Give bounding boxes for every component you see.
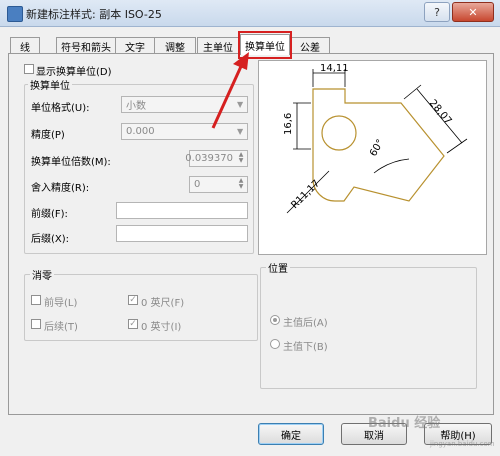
feet-checkbox[interactable]: ✓ <box>128 295 138 305</box>
app-icon <box>7 6 23 22</box>
multiplier-stepper[interactable]: 0.039370 ▲ ▼ <box>185 150 248 167</box>
inches-label: 0 英寸(I) <box>141 322 182 333</box>
dim-radius-text: R11,17 <box>289 178 322 211</box>
tab-tolerances[interactable]: 公差 <box>290 37 330 54</box>
unit-format-label: 单位格式(U): <box>31 103 90 114</box>
prefix-input[interactable] <box>116 202 248 219</box>
display-alt-units-label: 显示换算单位(D) <box>36 67 112 78</box>
dim-top-text: 14,11 <box>320 63 349 74</box>
below-primary-label: 主值下(B) <box>283 342 328 353</box>
roundoff-label: 舍入精度(R): <box>31 183 90 194</box>
dimension-preview-drawing: 14,11 16,6 28,07 60° R11,17 <box>283 63 468 214</box>
leading-label: 前导(L) <box>44 298 78 309</box>
inches-checkbox[interactable]: ✓ <box>128 319 138 329</box>
window-title: 新建标注样式: 副本 ISO-25 <box>26 8 162 21</box>
tab-symbols-arrows[interactable]: 符号和箭头 <box>56 37 116 54</box>
tab-lines[interactable]: 线 <box>10 37 40 54</box>
check-icon: ✓ <box>129 319 137 329</box>
preview-pane: 14,11 16,6 28,07 60° R11,17 <box>258 60 487 255</box>
precision-label: 精度(P) <box>31 130 65 141</box>
tab-text[interactable]: 文字 <box>115 37 155 54</box>
zero-suppression-title: 消零 <box>30 267 54 282</box>
precision-value: 0.000 <box>126 126 155 137</box>
spin-arrows-icon[interactable]: ▲ ▼ <box>236 152 246 164</box>
feet-label: 0 英尺(F) <box>141 298 185 309</box>
multiplier-label: 换算单位倍数(M): <box>31 157 111 168</box>
below-primary-radio[interactable] <box>270 339 280 349</box>
spin-arrows-icon[interactable]: ▲ ▼ <box>236 178 246 190</box>
annotation-arrow-icon <box>211 52 249 129</box>
dim-right-text: 28,07 <box>427 98 454 127</box>
prefix-label: 前缀(F): <box>31 209 68 220</box>
display-alt-units-checkbox[interactable] <box>24 64 34 74</box>
ok-button[interactable]: 确定 <box>258 423 324 445</box>
watermark-url: jingyan.baidu.com <box>430 440 495 448</box>
watermark-logo: Baidu 经验 <box>368 416 441 431</box>
suffix-label: 后缀(X): <box>31 234 70 245</box>
dim-left-text: 16,6 <box>283 113 294 135</box>
roundoff-stepper[interactable]: 0 ▲ ▼ <box>189 176 248 193</box>
unit-format-value: 小数 <box>126 101 146 112</box>
part-hole <box>321 115 357 151</box>
multiplier-value: 0.039370 <box>185 153 233 164</box>
after-primary-label: 主值后(A) <box>283 318 328 329</box>
placement-title: 位置 <box>266 260 290 275</box>
suffix-input[interactable] <box>116 225 248 242</box>
trailing-label: 后续(T) <box>44 322 78 333</box>
tab-fit[interactable]: 调整 <box>154 37 196 54</box>
roundoff-value: 0 <box>194 179 201 190</box>
dim-angle-text: 60° <box>368 138 386 159</box>
radio-dot-icon <box>273 318 277 322</box>
help-title-button[interactable]: ? <box>424 2 450 22</box>
check-icon: ✓ <box>129 295 137 305</box>
close-button[interactable]: ✕ <box>452 2 494 22</box>
leading-checkbox[interactable] <box>31 295 41 305</box>
trailing-checkbox[interactable] <box>31 319 41 329</box>
after-primary-radio[interactable] <box>270 315 280 325</box>
alt-units-group-title: 换算单位 <box>28 77 72 92</box>
